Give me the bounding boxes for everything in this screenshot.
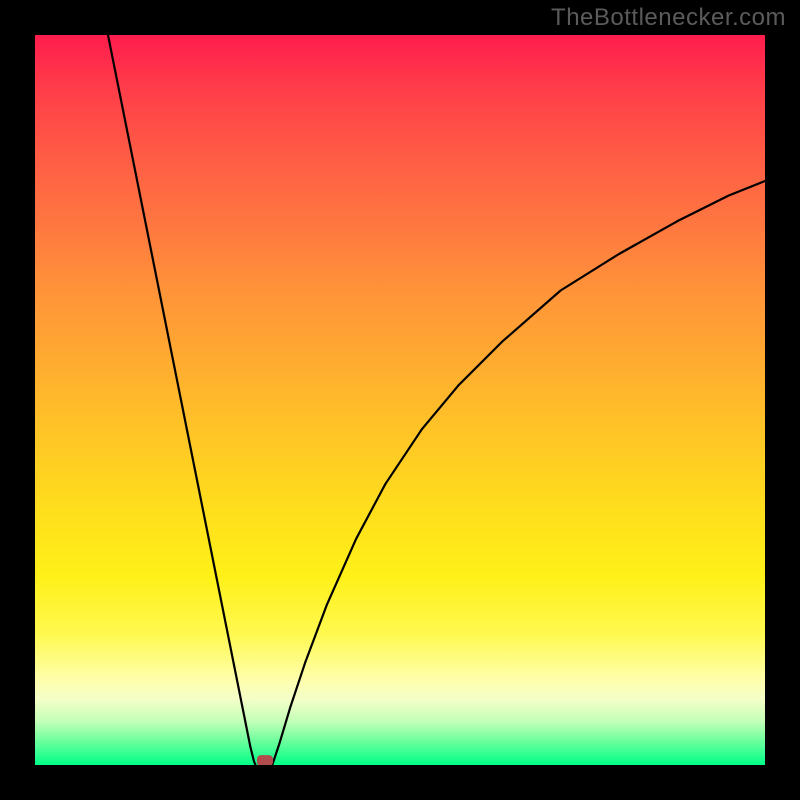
bottleneck-curve-right	[272, 181, 765, 765]
chart-container: TheBottlenecker.com	[0, 0, 800, 800]
watermark-text: TheBottlenecker.com	[551, 4, 786, 32]
bottleneck-curve-left	[108, 35, 255, 765]
plot-area	[35, 35, 765, 765]
curve-layer	[35, 35, 765, 765]
optimum-marker	[257, 755, 273, 765]
